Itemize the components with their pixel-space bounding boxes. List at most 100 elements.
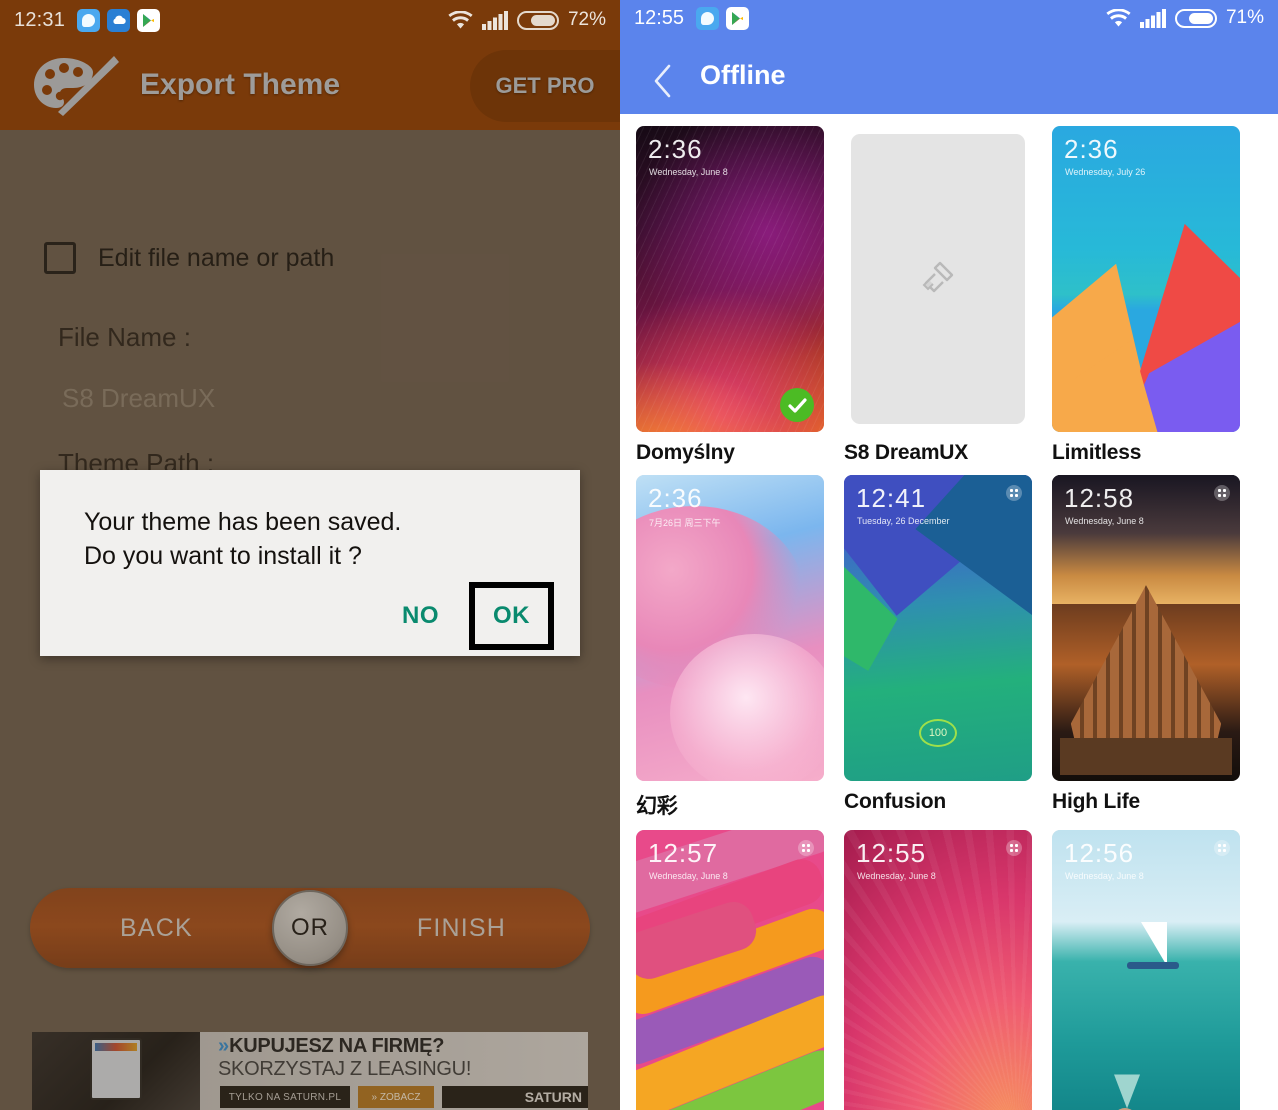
- apps-grid-icon: [1006, 485, 1022, 501]
- thumb-date: Wednesday, June 8: [649, 871, 728, 881]
- dual-screenshot: 12:31 72% Export Theme GET PRO Edit file…: [0, 0, 1278, 1110]
- ad-photo: [32, 1032, 200, 1110]
- theme-card[interactable]: 12:55 Wednesday, June 8: [844, 830, 1032, 1110]
- theme-thumbnail[interactable]: 2:36 Wednesday, June 8: [636, 126, 824, 432]
- app-circle-icon: [77, 8, 101, 32]
- left-status-bar: 12:31 72%: [0, 0, 620, 40]
- battery-icon: [516, 10, 559, 30]
- status-system-icons: 71%: [1106, 7, 1264, 29]
- theme-thumbnail[interactable]: 2:36 7月26日 周三下午: [636, 475, 824, 781]
- theme-card[interactable]: 100 12:41 Tuesday, 26 December Confusion: [844, 475, 1032, 820]
- wallpaper-art: [844, 126, 1032, 432]
- theme-thumbnail[interactable]: 12:58 Wednesday, June 8: [1052, 475, 1240, 781]
- dialog-message-line1: Your theme has been saved.: [84, 508, 402, 536]
- edit-file-name-checkbox[interactable]: [44, 242, 76, 274]
- theme-card[interactable]: 12:57 Wednesday, June 8: [636, 830, 824, 1110]
- thumb-clock: 12:55: [856, 838, 927, 868]
- status-system-icons: 72%: [448, 9, 606, 31]
- wifi-icon: [1106, 8, 1131, 26]
- ad-cta-button[interactable]: » ZOBACZ: [358, 1086, 434, 1108]
- wizard-bottom-bar: BACK FINISH OR: [30, 888, 590, 968]
- finish-button[interactable]: FINISH: [417, 914, 506, 943]
- offline-appbar: Offline: [620, 36, 1278, 114]
- thumb-clock: 12:58: [1064, 483, 1135, 513]
- theme-card[interactable]: 12:56 Wednesday, June 8: [1052, 830, 1240, 1110]
- thumb-clock: 2:36: [1064, 134, 1119, 164]
- page-title: Export Theme: [140, 68, 341, 101]
- chevron-left-icon[interactable]: [652, 64, 674, 98]
- ad-brand: SATURN: [442, 1086, 588, 1108]
- theme-thumbnail[interactable]: 12:57 Wednesday, June 8: [636, 830, 824, 1110]
- theme-grid-row: 2:36 7月26日 周三下午 幻彩 100 12:41 Tuesday, 26…: [636, 475, 1262, 820]
- thumb-date: Tuesday, 26 December: [857, 516, 950, 526]
- theme-card[interactable]: S8 DreamUX: [844, 126, 1032, 465]
- file-name-input[interactable]: S8 DreamUX: [62, 383, 620, 414]
- dialog-message: Your theme has been saved. Do you want t…: [40, 470, 580, 574]
- thumb-date: Wednesday, June 8: [1065, 871, 1144, 881]
- apps-grid-icon: [1214, 840, 1230, 856]
- theme-grid-row: 2:36 Wednesday, June 8 Domyślny S8 Dream…: [636, 126, 1262, 465]
- status-clock: 12:55: [634, 6, 685, 29]
- theme-grid-row: 12:57 Wednesday, June 8 12:55 Wednesday,…: [636, 830, 1262, 1110]
- signal-icon: [481, 10, 508, 30]
- thumb-date: Wednesday, June 8: [1065, 516, 1144, 526]
- ad-headline: » KUPUJESZ NA FIRMĘ?: [218, 1035, 445, 1057]
- status-clock: 12:31: [14, 8, 66, 31]
- or-knob-button[interactable]: OR: [272, 890, 348, 966]
- thumb-date: Wednesday, June 8: [649, 167, 728, 177]
- app-circle-icon: [696, 6, 720, 30]
- get-pro-button[interactable]: GET PRO: [470, 50, 620, 122]
- file-name-label: File Name :: [58, 322, 191, 352]
- dialog-message-line2: Do you want to install it ?: [84, 541, 362, 570]
- right-phone-screen: 12:55 71% Offline 2:36 Wednesday, June 8…: [620, 0, 1278, 1110]
- theme-card[interactable]: 2:36 Wednesday, June 8 Domyślny: [636, 126, 824, 465]
- apps-grid-icon: [798, 840, 814, 856]
- thumb-clock: 2:36: [648, 134, 703, 164]
- signal-icon: [1139, 8, 1166, 28]
- thumb-date: Wednesday, July 26: [1065, 167, 1146, 177]
- dialog-ok-button[interactable]: OK: [469, 582, 554, 650]
- cloud-icon: [107, 8, 131, 32]
- ad-tag-left: TYLKO NA SATURN.PL: [220, 1086, 350, 1108]
- theme-name: High Life: [1052, 790, 1141, 813]
- theme-thumbnail[interactable]: 12:56 Wednesday, June 8: [1052, 830, 1240, 1110]
- battery-percent-label: 71%: [1225, 7, 1264, 28]
- ad-chevron-icon: »: [218, 1035, 229, 1057]
- theme-name: Confusion: [844, 790, 947, 813]
- edit-file-name-label: Edit file name or path: [98, 243, 335, 272]
- thumb-clock: 12:56: [1064, 838, 1135, 868]
- google-play-icon: [137, 8, 161, 32]
- theme-thumbnail[interactable]: 2:36 Wednesday, July 26: [1052, 126, 1240, 432]
- status-notification-icons: [77, 8, 161, 32]
- right-status-bar: 12:55 71%: [620, 0, 1278, 36]
- theme-thumbnail[interactable]: 12:55 Wednesday, June 8: [844, 830, 1032, 1110]
- dialog-no-button[interactable]: NO: [384, 588, 457, 644]
- edit-file-name-checkbox-row[interactable]: Edit file name or path: [44, 242, 620, 274]
- thumb-clock: 12:57: [648, 838, 719, 868]
- theme-thumbnail[interactable]: 100 12:41 Tuesday, 26 December: [844, 475, 1032, 781]
- theme-card[interactable]: 2:36 Wednesday, July 26 Limitless: [1052, 126, 1240, 465]
- battery-percent-label: 72%: [567, 9, 606, 30]
- dialog-actions: NO OK: [384, 582, 554, 650]
- page-title: Offline: [700, 59, 786, 90]
- export-theme-appbar: Export Theme GET PRO: [0, 40, 620, 130]
- back-button[interactable]: BACK: [120, 914, 193, 943]
- palette-icon: [30, 54, 122, 116]
- paint-roller-icon: [922, 261, 954, 293]
- theme-name: Domyślny: [636, 441, 735, 464]
- theme-name: S8 DreamUX: [844, 441, 969, 464]
- ad-banner[interactable]: » KUPUJESZ NA FIRMĘ? SKORZYSTAJ Z LEASING…: [32, 1032, 588, 1110]
- wifi-icon: [448, 10, 473, 28]
- ad-subline: SKORZYSTAJ Z LEASINGU!: [218, 1058, 472, 1080]
- ad-tablet-image: [90, 1038, 142, 1100]
- battery-ring-indicator: 100: [919, 719, 957, 747]
- battery-icon: [1174, 8, 1217, 28]
- theme-card[interactable]: 12:58 Wednesday, June 8 High Life: [1052, 475, 1240, 820]
- theme-name: Limitless: [1052, 441, 1142, 464]
- or-knob-label: OR: [291, 914, 329, 941]
- thumb-date: Wednesday, June 8: [857, 871, 936, 881]
- theme-card[interactable]: 2:36 7月26日 周三下午 幻彩: [636, 475, 824, 820]
- theme-thumbnail[interactable]: [844, 126, 1032, 432]
- thumb-clock: 2:36: [648, 483, 703, 513]
- status-notification-icons: [696, 6, 750, 30]
